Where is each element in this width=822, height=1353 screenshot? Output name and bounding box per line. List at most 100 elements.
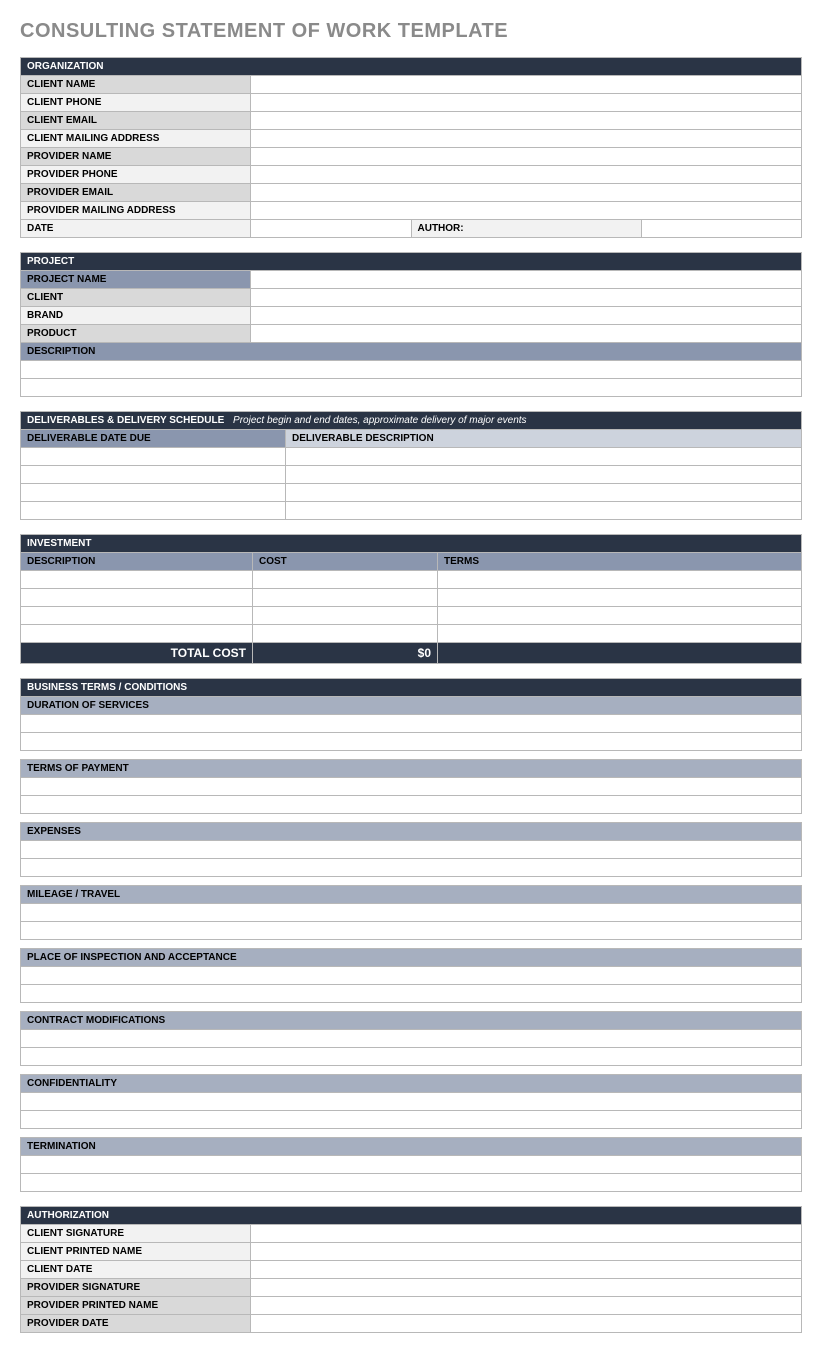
- inv-cost-2[interactable]: [253, 589, 438, 607]
- input-expenses-1[interactable]: [21, 841, 802, 859]
- inv-terms-3[interactable]: [438, 607, 802, 625]
- input-provider-email[interactable]: [251, 184, 802, 202]
- input-provider-mailing[interactable]: [251, 202, 802, 220]
- deliverables-header: DELIVERABLES & DELIVERY SCHEDULE Project…: [21, 412, 802, 430]
- input-client-mailing[interactable]: [251, 130, 802, 148]
- inv-desc-4[interactable]: [21, 625, 253, 643]
- input-project-brand[interactable]: [251, 307, 802, 325]
- label-client-email: CLIENT EMAIL: [21, 112, 251, 130]
- inv-terms-4[interactable]: [438, 625, 802, 643]
- input-client-printed[interactable]: [251, 1243, 802, 1261]
- input-mileage-1[interactable]: [21, 904, 802, 922]
- input-client-email[interactable]: [251, 112, 802, 130]
- input-project-description-2[interactable]: [21, 379, 802, 397]
- deliv-desc-4[interactable]: [286, 502, 802, 520]
- inv-cost-3[interactable]: [253, 607, 438, 625]
- label-project-brand: BRAND: [21, 307, 251, 325]
- input-client-sig[interactable]: [251, 1225, 802, 1243]
- input-client-phone[interactable]: [251, 94, 802, 112]
- input-inspection-2[interactable]: [21, 985, 802, 1003]
- label-mileage: MILEAGE / TRAVEL: [21, 886, 802, 904]
- label-client-name: CLIENT NAME: [21, 76, 251, 94]
- input-project-product[interactable]: [251, 325, 802, 343]
- col-deliverable-date: DELIVERABLE DATE DUE: [21, 430, 286, 448]
- label-provider-printed: PROVIDER PRINTED NAME: [21, 1297, 251, 1315]
- terms-header: BUSINESS TERMS / CONDITIONS: [21, 679, 802, 697]
- deliv-date-4[interactable]: [21, 502, 286, 520]
- terms-payment-table: TERMS OF PAYMENT: [20, 759, 802, 814]
- investment-header: INVESTMENT: [21, 535, 802, 553]
- input-modifications-2[interactable]: [21, 1048, 802, 1066]
- inv-desc-3[interactable]: [21, 607, 253, 625]
- terms-mileage-table: MILEAGE / TRAVEL: [20, 885, 802, 940]
- input-provider-name[interactable]: [251, 148, 802, 166]
- label-termination: TERMINATION: [21, 1138, 802, 1156]
- input-termination-2[interactable]: [21, 1174, 802, 1192]
- label-confidentiality: CONFIDENTIALITY: [21, 1075, 802, 1093]
- label-provider-name: PROVIDER NAME: [21, 148, 251, 166]
- deliv-date-1[interactable]: [21, 448, 286, 466]
- input-client-date[interactable]: [251, 1261, 802, 1279]
- input-expenses-2[interactable]: [21, 859, 802, 877]
- input-mileage-2[interactable]: [21, 922, 802, 940]
- terms-confidentiality-table: CONFIDENTIALITY: [20, 1074, 802, 1129]
- terms-expenses-table: EXPENSES: [20, 822, 802, 877]
- input-project-client[interactable]: [251, 289, 802, 307]
- input-modifications-1[interactable]: [21, 1030, 802, 1048]
- label-date: DATE: [21, 220, 251, 238]
- input-client-name[interactable]: [251, 76, 802, 94]
- terms-inspection-table: PLACE OF INSPECTION AND ACCEPTANCE: [20, 948, 802, 1003]
- input-confidentiality-2[interactable]: [21, 1111, 802, 1129]
- deliv-desc-3[interactable]: [286, 484, 802, 502]
- inv-cost-1[interactable]: [253, 571, 438, 589]
- label-client-phone: CLIENT PHONE: [21, 94, 251, 112]
- input-payment-1[interactable]: [21, 778, 802, 796]
- deliv-desc-2[interactable]: [286, 466, 802, 484]
- deliv-date-2[interactable]: [21, 466, 286, 484]
- inv-cost-4[interactable]: [253, 625, 438, 643]
- input-date[interactable]: [251, 220, 412, 238]
- input-provider-phone[interactable]: [251, 166, 802, 184]
- input-author[interactable]: [641, 220, 802, 238]
- label-provider-phone: PROVIDER PHONE: [21, 166, 251, 184]
- label-project-description: DESCRIPTION: [21, 343, 802, 361]
- deliverables-note: Project begin and end dates, approximate…: [233, 415, 527, 426]
- label-project-client: CLIENT: [21, 289, 251, 307]
- col-inv-desc: DESCRIPTION: [21, 553, 253, 571]
- inv-terms-1[interactable]: [438, 571, 802, 589]
- total-cost-label: TOTAL COST: [21, 643, 253, 664]
- input-duration-2[interactable]: [21, 733, 802, 751]
- input-project-name[interactable]: [251, 271, 802, 289]
- authorization-header: AUTHORIZATION: [21, 1207, 802, 1225]
- inv-terms-2[interactable]: [438, 589, 802, 607]
- input-project-description-1[interactable]: [21, 361, 802, 379]
- input-payment-2[interactable]: [21, 796, 802, 814]
- deliverables-table: DELIVERABLES & DELIVERY SCHEDULE Project…: [20, 411, 802, 520]
- col-inv-cost: COST: [253, 553, 438, 571]
- input-provider-sig[interactable]: [251, 1279, 802, 1297]
- label-client-sig: CLIENT SIGNATURE: [21, 1225, 251, 1243]
- terms-modifications-table: CONTRACT MODIFICATIONS: [20, 1011, 802, 1066]
- label-provider-date: PROVIDER DATE: [21, 1315, 251, 1333]
- inv-desc-1[interactable]: [21, 571, 253, 589]
- input-provider-date[interactable]: [251, 1315, 802, 1333]
- label-client-printed: CLIENT PRINTED NAME: [21, 1243, 251, 1261]
- authorization-table: AUTHORIZATION CLIENT SIGNATURE CLIENT PR…: [20, 1206, 802, 1333]
- col-inv-terms: TERMS: [438, 553, 802, 571]
- page-title: CONSULTING STATEMENT OF WORK TEMPLATE: [20, 20, 802, 43]
- input-termination-1[interactable]: [21, 1156, 802, 1174]
- input-confidentiality-1[interactable]: [21, 1093, 802, 1111]
- label-modifications: CONTRACT MODIFICATIONS: [21, 1012, 802, 1030]
- input-provider-printed[interactable]: [251, 1297, 802, 1315]
- inv-desc-2[interactable]: [21, 589, 253, 607]
- deliv-desc-1[interactable]: [286, 448, 802, 466]
- label-provider-sig: PROVIDER SIGNATURE: [21, 1279, 251, 1297]
- input-inspection-1[interactable]: [21, 967, 802, 985]
- deliv-date-3[interactable]: [21, 484, 286, 502]
- input-duration-1[interactable]: [21, 715, 802, 733]
- total-cost-value: $0: [253, 643, 438, 664]
- label-provider-email: PROVIDER EMAIL: [21, 184, 251, 202]
- label-duration: DURATION OF SERVICES: [21, 697, 802, 715]
- total-cost-spacer: [438, 643, 802, 664]
- organization-header: ORGANIZATION: [21, 58, 802, 76]
